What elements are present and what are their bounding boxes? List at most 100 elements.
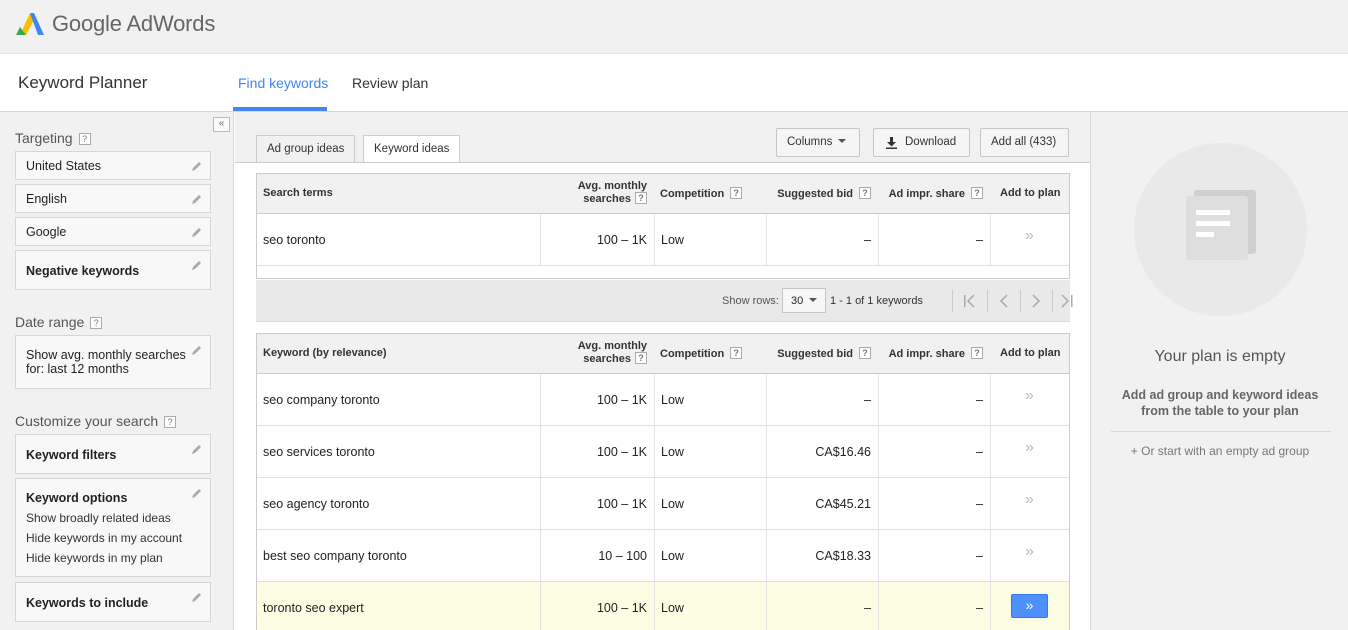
bid-value: CA$45.21 bbox=[815, 497, 871, 511]
col-header-label-text: Suggested bid bbox=[777, 348, 853, 360]
keyword-text: seo toronto bbox=[263, 233, 326, 247]
help-icon[interactable]: ? bbox=[859, 187, 871, 199]
targeting-language-label: English bbox=[26, 192, 67, 206]
table-row: seo agency toronto 100 – 1K Low CA$45.21… bbox=[257, 478, 1069, 530]
next-page-icon[interactable] bbox=[1029, 294, 1043, 308]
keyword-filters[interactable]: Keyword filters bbox=[15, 434, 211, 474]
pencil-icon[interactable] bbox=[191, 591, 203, 603]
targeting-language[interactable]: English bbox=[15, 184, 211, 213]
date-range-box[interactable]: Show avg. monthly searches for: last 12 … bbox=[15, 335, 211, 389]
columns-button[interactable]: Columns bbox=[776, 128, 860, 157]
document-icon bbox=[1186, 190, 1256, 260]
help-icon[interactable]: ? bbox=[859, 347, 871, 359]
pencil-icon[interactable] bbox=[191, 160, 203, 172]
tab-review-plan[interactable]: Review plan bbox=[352, 75, 428, 91]
bid-value: – bbox=[864, 233, 871, 247]
col-header-avg-searches[interactable]: Avg. monthly searches? bbox=[540, 174, 653, 213]
bid-cell: – bbox=[766, 214, 877, 265]
plan-panel: Your plan is empty Add ad group and keyw… bbox=[1090, 112, 1348, 630]
help-icon[interactable]: ? bbox=[78, 133, 91, 145]
help-icon[interactable]: ? bbox=[730, 347, 743, 359]
pencil-icon[interactable] bbox=[191, 259, 203, 271]
brand-name[interactable]: Google AdWords bbox=[52, 11, 215, 37]
col-header-ad-impr-share[interactable]: Ad impr. share? bbox=[878, 174, 989, 213]
keyword-option-line: Show broadly related ideas bbox=[26, 511, 171, 525]
searches-cell: 100 – 1K bbox=[540, 582, 653, 630]
add-to-plan-button[interactable]: » bbox=[1025, 439, 1034, 457]
col-header-label: Competition? bbox=[660, 347, 743, 360]
targeting-network-label: Google bbox=[26, 225, 67, 239]
table-header-row: Keyword (by relevance) Avg. monthly sear… bbox=[257, 334, 1069, 374]
col-header-label: Avg. monthly searches? bbox=[578, 340, 647, 365]
col-header-avg-searches[interactable]: Avg. monthly searches? bbox=[540, 334, 653, 373]
competition-value: Low bbox=[661, 497, 684, 511]
collapse-sidebar-button[interactable]: « bbox=[213, 117, 230, 132]
targeting-network[interactable]: Google bbox=[15, 217, 211, 246]
tab-ad-group-ideas[interactable]: Ad group ideas bbox=[256, 135, 356, 163]
help-icon[interactable]: ? bbox=[971, 187, 983, 199]
main-content: Ad group ideas Keyword ideas Columns Dow… bbox=[235, 112, 1090, 630]
download-button[interactable]: Download bbox=[873, 128, 970, 157]
bid-value: CA$16.46 bbox=[815, 445, 871, 459]
add-cell: » bbox=[990, 530, 1069, 581]
pencil-icon[interactable] bbox=[191, 193, 203, 205]
pencil-icon[interactable] bbox=[191, 226, 203, 238]
targeting-location-label: United States bbox=[26, 159, 102, 173]
add-cell: » bbox=[990, 214, 1069, 265]
prev-page-icon[interactable] bbox=[997, 294, 1011, 308]
page-title: Keyword Planner bbox=[18, 73, 148, 92]
help-icon[interactable]: ? bbox=[730, 187, 743, 199]
first-page-icon[interactable] bbox=[962, 294, 978, 308]
plan-empty-title: Your plan is empty bbox=[1154, 348, 1286, 365]
keyword-cell: seo toronto bbox=[263, 214, 539, 265]
competition-cell: Low bbox=[654, 426, 765, 477]
add-to-plan-button[interactable]: » bbox=[1025, 543, 1034, 561]
help-icon[interactable]: ? bbox=[635, 192, 647, 204]
searches-value: 100 – 1K bbox=[596, 233, 647, 247]
adwords-logo-icon[interactable] bbox=[16, 9, 44, 37]
pencil-icon[interactable] bbox=[191, 487, 203, 499]
tab-keyword-ideas[interactable]: Keyword ideas bbox=[363, 135, 461, 164]
pencil-icon[interactable] bbox=[191, 443, 203, 455]
add-to-plan-button[interactable]: » bbox=[1011, 594, 1048, 618]
col-header-label: Competition? bbox=[660, 187, 743, 200]
col-header-label-line2: searches? bbox=[578, 352, 647, 365]
add-to-plan-button[interactable]: » bbox=[1025, 227, 1034, 245]
col-header-keyword[interactable]: Keyword (by relevance) bbox=[263, 334, 539, 373]
keyword-text: seo services toronto bbox=[263, 445, 375, 459]
keyword-cell: best seo company toronto bbox=[263, 530, 539, 581]
keyword-text: seo company toronto bbox=[263, 393, 380, 407]
help-icon[interactable]: ? bbox=[971, 347, 983, 359]
searches-cell: 100 – 1K bbox=[540, 214, 653, 265]
col-header-search-terms[interactable]: Search terms bbox=[263, 174, 539, 213]
col-header-suggested-bid[interactable]: Suggested bid? bbox=[766, 174, 877, 213]
help-icon[interactable]: ? bbox=[90, 317, 103, 329]
bid-cell: – bbox=[766, 582, 877, 630]
col-header-label-line2-text: searches bbox=[583, 193, 631, 205]
keyword-cell: seo company toronto bbox=[263, 374, 539, 425]
col-header-competition[interactable]: Competition? bbox=[654, 174, 765, 213]
tab-find-keywords[interactable]: Find keywords bbox=[238, 75, 328, 91]
add-all-button[interactable]: Add all (433) bbox=[980, 128, 1069, 157]
negative-keywords[interactable]: Negative keywords bbox=[15, 250, 211, 290]
add-to-plan-button[interactable]: » bbox=[1025, 387, 1034, 405]
searches-value: 100 – 1K bbox=[596, 601, 647, 615]
start-empty-ad-group-link[interactable]: + Or start with an empty ad group bbox=[1091, 444, 1348, 458]
rows-per-page-select[interactable]: 30 bbox=[782, 288, 826, 313]
col-header-competition[interactable]: Competition? bbox=[654, 334, 765, 373]
help-icon[interactable]: ? bbox=[164, 416, 177, 428]
col-header-ad-impr-share[interactable]: Ad impr. share? bbox=[878, 334, 989, 373]
table-header-row: Search terms Avg. monthly searches? Comp… bbox=[257, 174, 1069, 214]
customize-heading: Customize your search? bbox=[15, 413, 177, 429]
pencil-icon[interactable] bbox=[191, 344, 203, 356]
col-header-label: Ad impr. share? bbox=[889, 347, 983, 360]
help-icon[interactable]: ? bbox=[635, 352, 647, 364]
keywords-to-include[interactable]: Keywords to include bbox=[15, 582, 211, 622]
keyword-options[interactable]: Keyword options Show broadly related ide… bbox=[15, 478, 211, 577]
col-header-suggested-bid[interactable]: Suggested bid? bbox=[766, 334, 877, 373]
col-header-label-text: Competition bbox=[660, 348, 725, 360]
pager-divider bbox=[952, 290, 953, 312]
targeting-location[interactable]: United States bbox=[15, 151, 211, 180]
add-to-plan-button[interactable]: » bbox=[1025, 491, 1034, 509]
last-page-icon[interactable] bbox=[1059, 294, 1075, 308]
